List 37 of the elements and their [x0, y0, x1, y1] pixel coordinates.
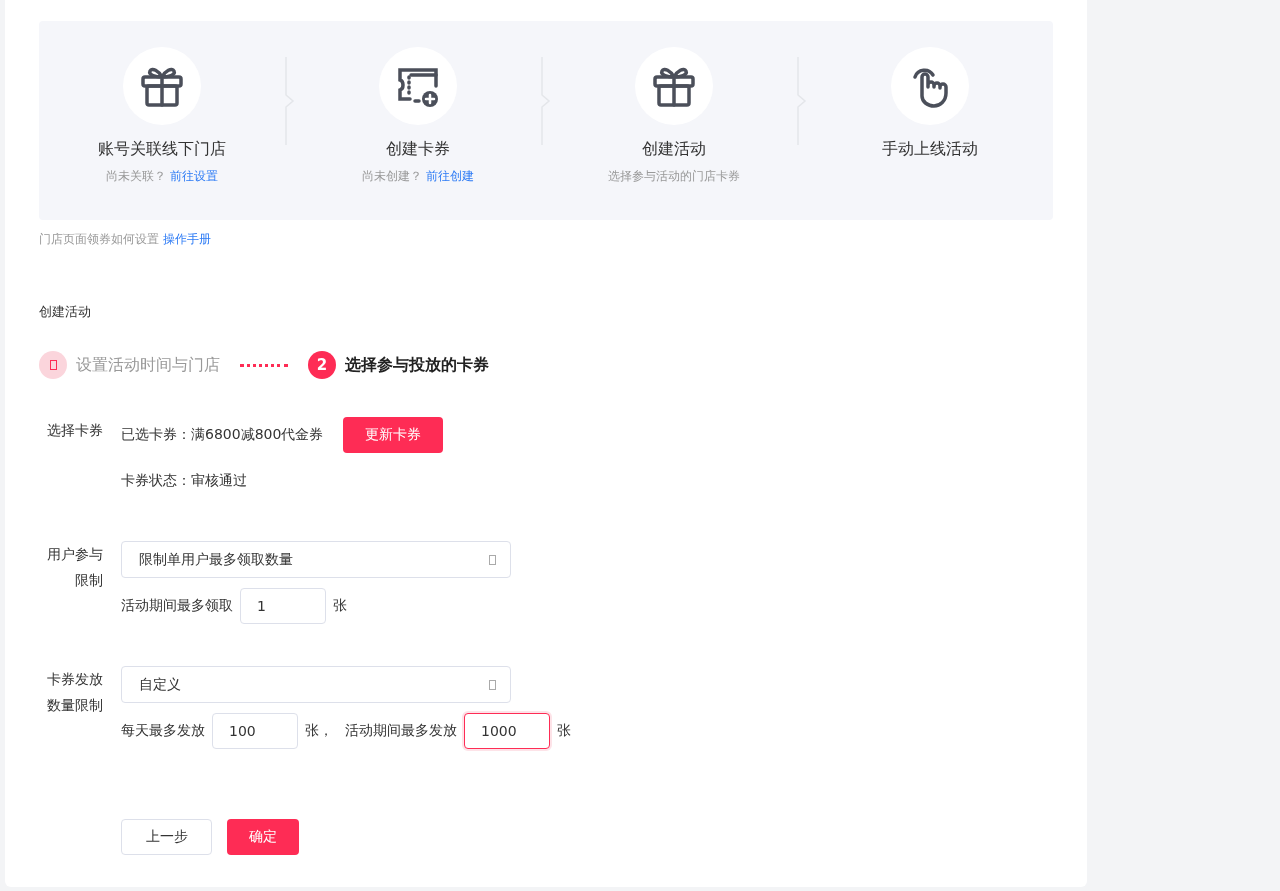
dropdown-icon	[489, 554, 496, 565]
wizard-step-label: 选择参与投放的卡券	[345, 354, 489, 376]
input-label: 每天最多发放	[121, 722, 205, 740]
update-coupon-button[interactable]: 更新卡券	[343, 417, 444, 453]
step-title: 创建活动	[642, 139, 706, 160]
wizard-step-label: 设置活动时间与门店	[76, 354, 220, 376]
input-label: 活动期间最多发放	[345, 722, 457, 740]
step-title: 手动上线活动	[882, 139, 978, 160]
unit-label: 张	[333, 597, 347, 615]
number-input[interactable]: 100	[212, 713, 298, 749]
number-input[interactable]: 1	[240, 588, 326, 624]
confirm-button[interactable]: 确定	[227, 819, 299, 855]
field-label: 卡券发放数量限制	[46, 670, 103, 715]
step-link[interactable]: 前往创建	[425, 169, 474, 183]
back-button[interactable]: 上一步	[121, 819, 212, 855]
unit-label: 张，	[305, 722, 333, 740]
step-title: 账号关联线下门店	[98, 139, 226, 160]
step-number: 2	[308, 351, 336, 379]
manual-link[interactable]: 操作手册	[162, 232, 211, 246]
dotted-connector	[240, 363, 288, 367]
section-title: 创建活动	[39, 303, 92, 321]
dropdown-icon	[489, 679, 496, 690]
input-label: 活动期间最多领取	[121, 597, 233, 615]
step-hint: 尚未创建？	[362, 169, 423, 183]
step-title: 创建卡券	[386, 139, 450, 160]
field-label: 用户参与限制	[46, 545, 103, 590]
select-field[interactable]: 限制单用户最多领取数量	[121, 541, 511, 578]
step-hint: 尚未关联？	[106, 169, 167, 183]
number-input[interactable]: 1000	[464, 713, 550, 749]
step-link[interactable]: 前往设置	[169, 169, 218, 183]
selected-coupon: 已选卡券：满6800减800代金券	[121, 426, 324, 444]
select-field[interactable]: 自定义	[121, 666, 511, 703]
unit-label: 张	[557, 722, 571, 740]
guide-note: 门店页面领券如何设置	[39, 232, 159, 246]
step-hint: 选择参与活动的门店卡券	[608, 169, 740, 183]
coupon-status: 卡券状态：审核通过	[121, 471, 248, 490]
field-label: 选择卡券	[46, 421, 103, 440]
